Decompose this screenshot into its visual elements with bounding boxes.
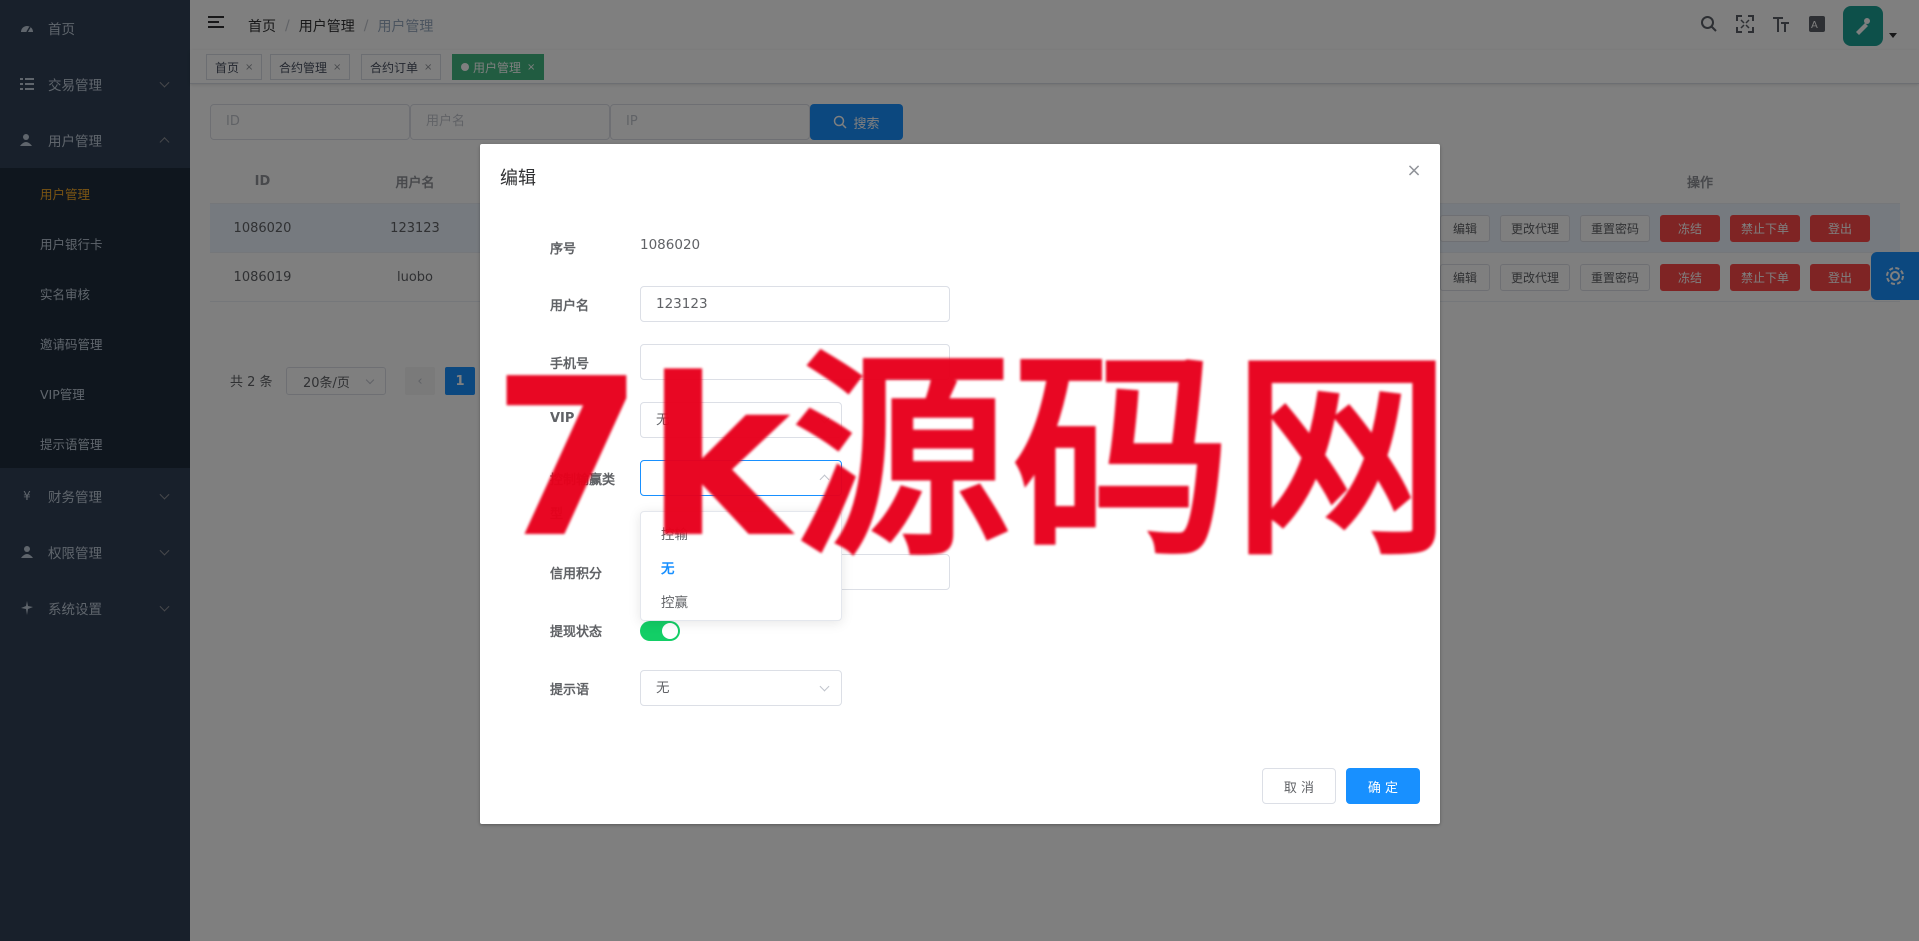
dialog-title: 编辑	[500, 168, 536, 189]
confirm-button[interactable]: 确 定	[1346, 768, 1420, 804]
tip-label: 提示语	[550, 683, 590, 698]
close-icon[interactable]: ×	[1406, 162, 1422, 180]
cancel-button[interactable]: 取 消	[1262, 768, 1336, 804]
withdraw-status-switch[interactable]	[640, 621, 680, 641]
option-control-win[interactable]: 控赢	[641, 586, 841, 620]
switch-knob	[662, 623, 678, 639]
withdraw-status-label: 提现状态	[550, 625, 603, 640]
tip-select[interactable]: 无	[640, 670, 842, 706]
seq-label: 序号	[550, 242, 577, 257]
username-label: 用户名	[550, 299, 590, 314]
username-field[interactable]: 123123	[640, 286, 950, 322]
seq-value: 1086020	[640, 237, 701, 253]
chevron-down-icon	[819, 681, 830, 692]
watermark: 7k源码网	[492, 333, 1453, 586]
tip-select-value: 无	[656, 680, 670, 696]
